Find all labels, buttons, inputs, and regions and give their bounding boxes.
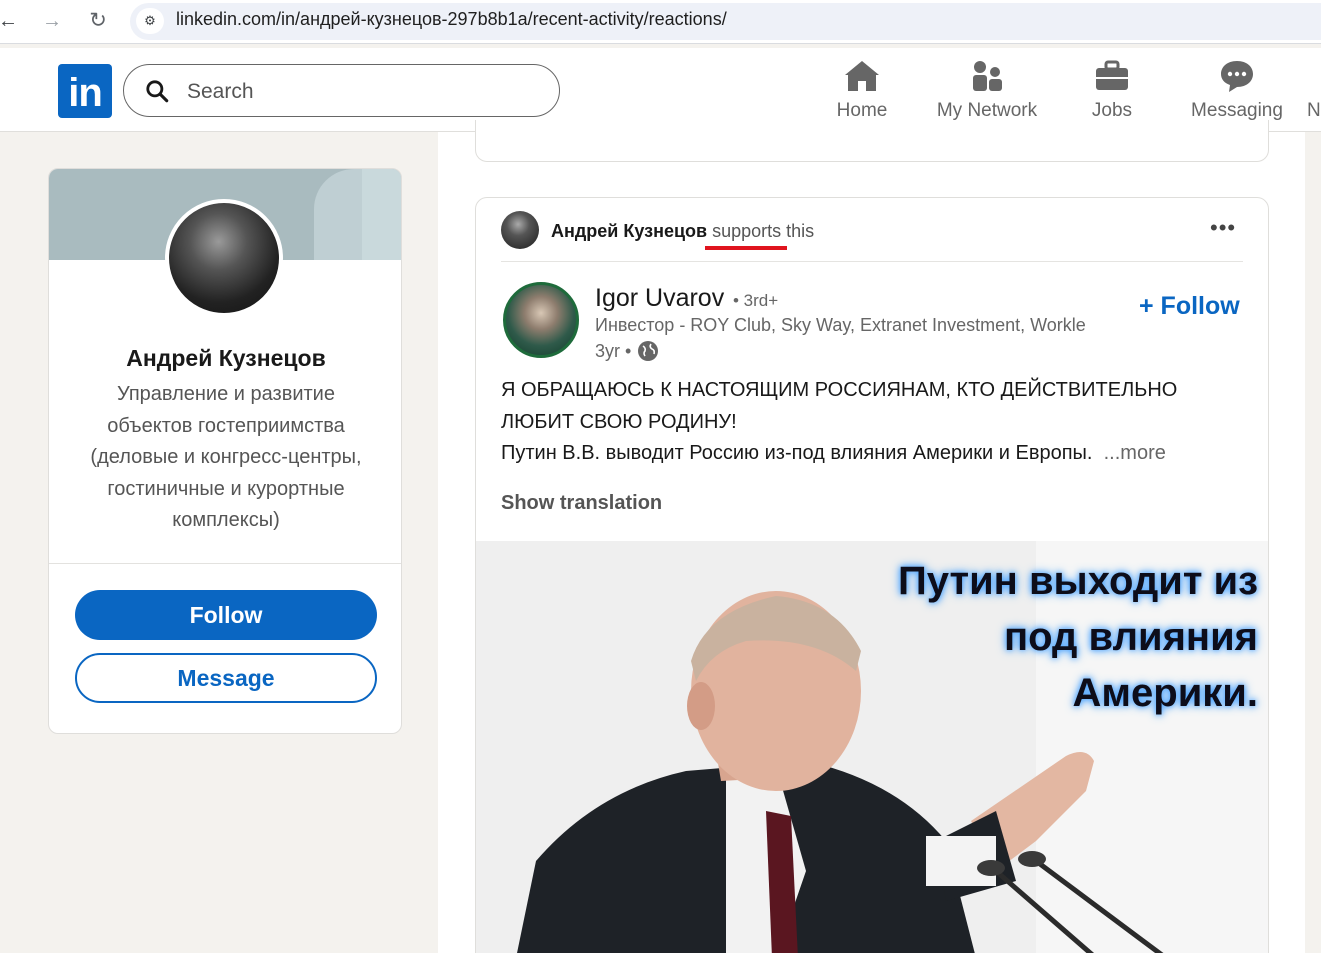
see-more-link[interactable]: ...more: [1104, 442, 1166, 464]
search-icon: [146, 80, 169, 103]
nav-messaging[interactable]: Messaging: [1177, 58, 1297, 122]
activity-suffix: this: [786, 221, 815, 241]
post-text-line2: Путин В.В. выводит Россию из-под влияния…: [501, 442, 1166, 464]
more-options-icon[interactable]: •••: [1210, 215, 1236, 241]
author-avatar[interactable]: [503, 282, 579, 358]
nav-home-label: Home: [836, 100, 888, 121]
nav-overflow-label[interactable]: N: [1307, 100, 1321, 122]
message-button[interactable]: Message: [75, 653, 377, 703]
post-age: 3yr •: [595, 340, 632, 361]
author-headline: Инвестор - ROY Club, Sky Way, Extranet I…: [595, 315, 1086, 335]
avatar[interactable]: [165, 199, 283, 317]
divider: [49, 563, 401, 564]
nav-jobs-label: Jobs: [1091, 100, 1133, 121]
post-text-line1: Я ОБРАЩАЮСЬ К НАСТОЯЩИМ РОССИЯНАМ, КТО Д…: [501, 379, 1178, 433]
show-translation-button[interactable]: Show translation: [501, 492, 662, 515]
nav-messaging-label: Messaging: [1191, 100, 1283, 121]
nav-jobs[interactable]: Jobs: [1052, 58, 1172, 122]
actor-avatar[interactable]: [501, 211, 539, 249]
back-arrow-icon[interactable]: ←: [0, 8, 22, 34]
activity-verb: supports: [712, 221, 782, 241]
red-underline-annotation: [705, 246, 787, 250]
post-image[interactable]: Путин выходит из под влияния Америки.: [476, 541, 1268, 953]
follow-button[interactable]: Follow: [75, 590, 377, 640]
globe-icon: [638, 341, 659, 361]
chat-icon: [1221, 61, 1253, 92]
reload-icon[interactable]: ↻: [84, 8, 112, 34]
image-caption: Путин выходит из под влияния Америки.: [898, 559, 1258, 715]
connection-degree: • 3rd+: [733, 291, 779, 310]
author-name[interactable]: Igor Uvarov: [595, 284, 724, 313]
actor-name[interactable]: Андрей Кузнецов: [551, 221, 707, 241]
previous-post-card: [475, 120, 1269, 162]
post-activity-header: Андрей Кузнецов supports this: [551, 221, 814, 242]
profile-name[interactable]: Андрей Кузнецов: [49, 345, 401, 372]
linkedin-logo-icon[interactable]: in: [58, 64, 112, 118]
divider: [501, 261, 1243, 262]
home-icon: [845, 61, 879, 91]
briefcase-icon: [1096, 60, 1128, 90]
search-input[interactable]: Search: [123, 64, 560, 117]
profile-card: Андрей Кузнецов Управление и развитие об…: [48, 168, 402, 734]
url-text[interactable]: linkedin.com/in/андрей-кузнецов-297b8b1a…: [176, 9, 727, 30]
nav-my-network[interactable]: My Network: [927, 58, 1047, 122]
browser-toolbar: ← → ↻ ⚙ linkedin.com/in/андрей-кузнецов-…: [0, 0, 1321, 44]
search-placeholder: Search: [187, 80, 254, 103]
post-meta: 3yr •: [595, 340, 659, 362]
nav-home[interactable]: Home: [802, 58, 922, 122]
post-body: Я ОБРАЩАЮСЬ К НАСТОЯЩИМ РОССИЯНАМ, КТО Д…: [501, 375, 1246, 470]
network-icon: [973, 61, 1002, 91]
profile-headline: Управление и развитие объектов гостеприи…: [90, 383, 362, 531]
forward-arrow-icon[interactable]: →: [38, 8, 66, 34]
follow-author-button[interactable]: + Follow: [1139, 292, 1240, 321]
site-settings-icon[interactable]: ⚙: [136, 8, 164, 34]
post-card: Андрей Кузнецов supports this ••• Igor U…: [475, 197, 1269, 953]
nav-my-network-label: My Network: [936, 100, 1038, 121]
